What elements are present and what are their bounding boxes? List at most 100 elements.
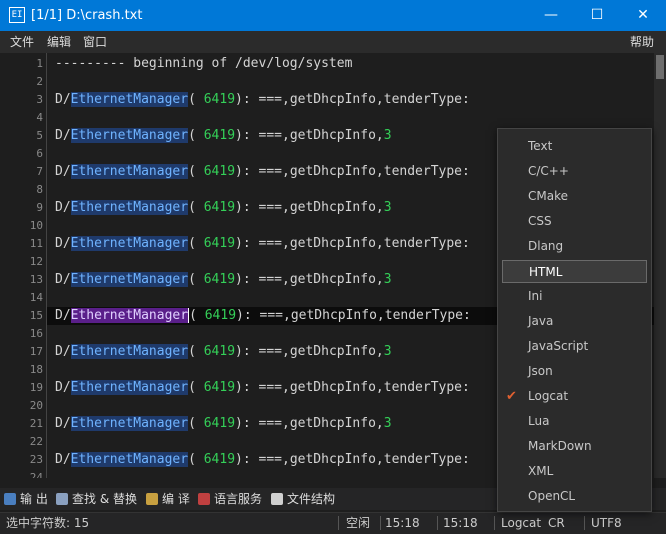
status-divider <box>437 516 438 530</box>
log-tag: EthernetManager <box>70 164 189 179</box>
code-line: D/EthernetManager( 6419): ===,getDhcpInf… <box>55 307 471 325</box>
status-state: 空闲 <box>346 516 371 530</box>
status-divider <box>494 516 495 530</box>
language-menu-item-label: JavaScript <box>528 339 589 353</box>
language-menu-item-label: OpenCL <box>528 489 576 503</box>
close-button[interactable]: ✕ <box>620 0 666 31</box>
menu-window[interactable]: 窗口 <box>83 31 107 53</box>
language-menu-item[interactable]: XML <box>502 460 647 483</box>
line-number: 10 <box>29 219 43 232</box>
gutter-separator <box>46 53 47 478</box>
status-encoding[interactable]: UTF8 <box>591 513 622 533</box>
menu-edit[interactable]: 编辑 <box>47 31 71 53</box>
language-menu-item-label: Text <box>528 139 553 153</box>
paren: ( <box>188 128 204 143</box>
log-tag: EthernetManager <box>70 416 189 431</box>
code-line: D/EthernetManager( 6419): ===,getDhcpInf… <box>55 199 392 217</box>
language-menu-item[interactable]: ✔ Logcat <box>502 385 647 408</box>
log-level: D/ <box>55 380 71 395</box>
panel-file-structure[interactable]: 文件结构 <box>271 488 335 510</box>
log-message: ): ===,getDhcpInfo,tenderType: <box>235 92 470 107</box>
log-level: D/ <box>55 344 71 359</box>
language-menu-item[interactable]: CMake <box>502 185 647 208</box>
language-menu-item[interactable]: C/C++ <box>502 160 647 183</box>
log-pid: 6419 <box>203 92 236 107</box>
language-menu-item-label: XML <box>528 464 554 478</box>
line-number: 24 <box>29 471 43 478</box>
paren: ( <box>188 416 204 431</box>
code-line: D/EthernetManager( 6419): ===,getDhcpInf… <box>55 379 470 397</box>
language-menu-item[interactable]: JavaScript <box>502 335 647 358</box>
output-icon <box>4 493 16 505</box>
language-menu-item[interactable]: Lua <box>502 410 647 433</box>
log-pid: 6419 <box>203 164 236 179</box>
log-pid: 6419 <box>203 272 236 287</box>
title-bar: EI [1/1] D:\crash.txt — ☐ ✕ <box>0 0 666 31</box>
panel-language-service[interactable]: 语言服务 <box>198 488 262 510</box>
log-value: 3 <box>383 128 392 143</box>
log-pid: 6419 <box>203 452 236 467</box>
language-menu-item[interactable]: Ini <box>502 285 647 308</box>
code-line: D/EthernetManager( 6419): ===,getDhcpInf… <box>55 91 470 109</box>
log-tag: EthernetManager <box>70 452 189 467</box>
language-menu-item[interactable]: MarkDown <box>502 435 647 458</box>
line-number: 22 <box>29 435 43 448</box>
log-pid: 6419 <box>204 308 237 323</box>
status-language[interactable]: Logcat <box>501 513 541 533</box>
panel-output-label: 输 出 <box>20 492 48 506</box>
panel-compile-label: 编 译 <box>162 492 190 506</box>
language-menu-item[interactable]: OpenCL <box>502 485 647 508</box>
log-level: D/ <box>55 92 71 107</box>
panel-output[interactable]: 输 出 <box>4 488 48 510</box>
language-menu-item-label: CSS <box>528 214 552 228</box>
line-number: 19 <box>29 381 43 394</box>
language-menu-item-label: MarkDown <box>528 439 592 453</box>
paren: ( <box>188 236 204 251</box>
language-menu-item[interactable]: Java <box>502 310 647 333</box>
panel-compile[interactable]: 编 译 <box>146 488 190 510</box>
menu-help[interactable]: 帮助 <box>630 31 654 53</box>
selection-count: 选中字符数: 15 <box>6 516 90 530</box>
language-menu-item[interactable]: CSS <box>502 210 647 233</box>
maximize-button[interactable]: ☐ <box>574 0 620 31</box>
paren: ( <box>188 200 204 215</box>
language-menu-item-label: Json <box>528 364 553 378</box>
log-tag: EthernetManager <box>70 128 189 143</box>
log-level: D/ <box>55 128 71 143</box>
compile-icon <box>146 493 158 505</box>
paren: ( <box>188 272 204 287</box>
language-menu-item-label: Dlang <box>528 239 564 253</box>
log-pid: 6419 <box>203 128 236 143</box>
vertical-scrollbar[interactable] <box>654 53 666 478</box>
log-message: ): ===,getDhcpInfo, <box>235 344 384 359</box>
status-eol[interactable]: CR <box>548 513 565 533</box>
log-pid: 6419 <box>203 344 236 359</box>
log-tag: EthernetManager <box>70 236 189 251</box>
language-menu-item[interactable]: Dlang <box>502 235 647 258</box>
log-tag: EthernetManager <box>70 344 189 359</box>
minimize-button[interactable]: — <box>528 0 574 31</box>
paren: ( <box>189 308 205 323</box>
log-tag: EthernetManager <box>70 200 189 215</box>
log-value: 3 <box>383 416 392 431</box>
scrollbar-thumb[interactable] <box>656 55 664 79</box>
log-level: D/ <box>55 272 71 287</box>
log-level: D/ <box>55 164 71 179</box>
language-menu-item-label: Logcat <box>528 389 569 403</box>
paren: ( <box>188 92 204 107</box>
panel-file-structure-label: 文件结构 <box>287 492 336 506</box>
log-tag: EthernetManager <box>70 380 189 395</box>
language-menu-item[interactable]: Text <box>502 135 647 158</box>
panel-find-replace[interactable]: 查找 & 替换 <box>56 488 137 510</box>
paren: ( <box>188 380 204 395</box>
app-icon: EI <box>9 7 25 23</box>
log-message: ): ===,getDhcpInfo,tenderType: <box>235 452 470 467</box>
language-menu-item[interactable]: HTML <box>502 260 647 283</box>
line-number: 5 <box>36 129 43 142</box>
log-level: D/ <box>55 416 71 431</box>
language-menu-item[interactable]: Json <box>502 360 647 383</box>
menu-file[interactable]: 文件 <box>10 31 34 53</box>
line-number: 16 <box>29 327 43 340</box>
language-menu-item-label: Java <box>528 314 554 328</box>
status-time-2: 15:18 <box>443 516 478 530</box>
